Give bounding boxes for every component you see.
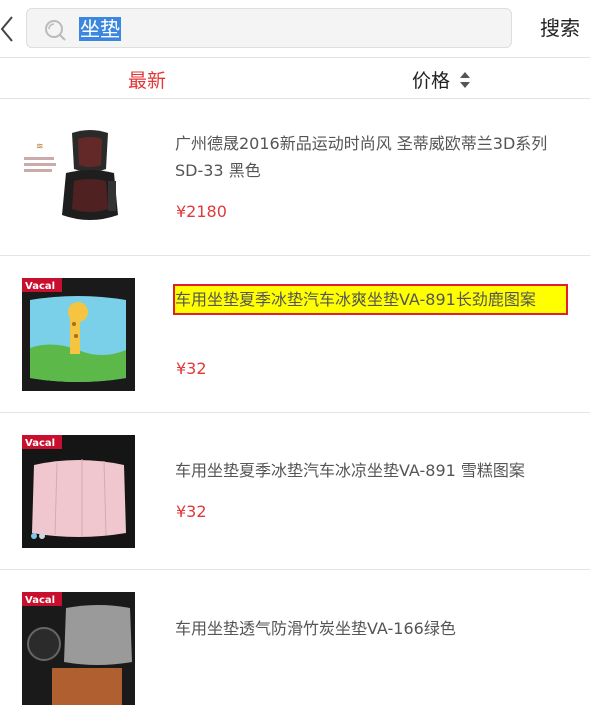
svg-text:≋: ≋: [36, 142, 44, 152]
product-title[interactable]: 车用坐垫透气防滑竹炭坐垫VA-166绿色: [175, 615, 567, 642]
back-button[interactable]: [0, 14, 20, 44]
svg-text:Vacal: Vacal: [25, 438, 55, 449]
product-item[interactable]: Vacal 车用坐垫夏季冰垫汽车冰爽坐垫VA-891长劲鹿图案 ¥32: [0, 256, 590, 413]
search-icon: [45, 20, 66, 41]
product-title[interactable]: 车用坐垫夏季冰垫汽车冰凉坐垫VA-891 雪糕图案: [175, 457, 567, 484]
product-price: ¥32: [176, 359, 207, 378]
product-item[interactable]: Vacal 车用坐垫夏季冰垫汽车冰凉坐垫VA-891 雪糕图案 ¥32: [0, 413, 590, 570]
product-price: ¥32: [176, 502, 207, 521]
chevron-left-icon: [0, 16, 13, 42]
product-price: ¥2180: [176, 202, 227, 221]
search-query[interactable]: 坐垫: [79, 17, 121, 41]
tab-newest[interactable]: 最新: [128, 66, 166, 93]
tab-price[interactable]: 价格: [412, 66, 450, 93]
product-item[interactable]: Vacal 车用坐垫透气防滑竹炭坐垫VA-166绿色: [0, 570, 590, 727]
product-image: ≋: [22, 121, 135, 234]
product-title[interactable]: 广州德晟2016新品运动时尚风 圣蒂威欧蒂兰3D系列 SD-33 黑色: [175, 130, 567, 184]
svg-text:Vacal: Vacal: [25, 281, 55, 292]
search-button[interactable]: 搜索: [540, 16, 580, 40]
product-image: Vacal: [22, 435, 135, 548]
svg-text:Vacal: Vacal: [25, 595, 55, 606]
top-bar: 坐垫 搜索: [0, 0, 590, 57]
product-title[interactable]: 车用坐垫夏季冰垫汽车冰爽坐垫VA-891长劲鹿图案: [173, 284, 568, 315]
product-image: Vacal: [22, 278, 135, 391]
sort-icon[interactable]: [459, 71, 471, 89]
sort-tabs: 最新 价格: [0, 57, 590, 99]
product-item[interactable]: ≋ 广州德晟2016新品运动时尚风 圣蒂威欧蒂兰3D系列 SD-33 黑色 ¥2…: [0, 99, 590, 256]
search-input[interactable]: 坐垫: [26, 8, 512, 48]
product-image: Vacal: [22, 592, 135, 705]
